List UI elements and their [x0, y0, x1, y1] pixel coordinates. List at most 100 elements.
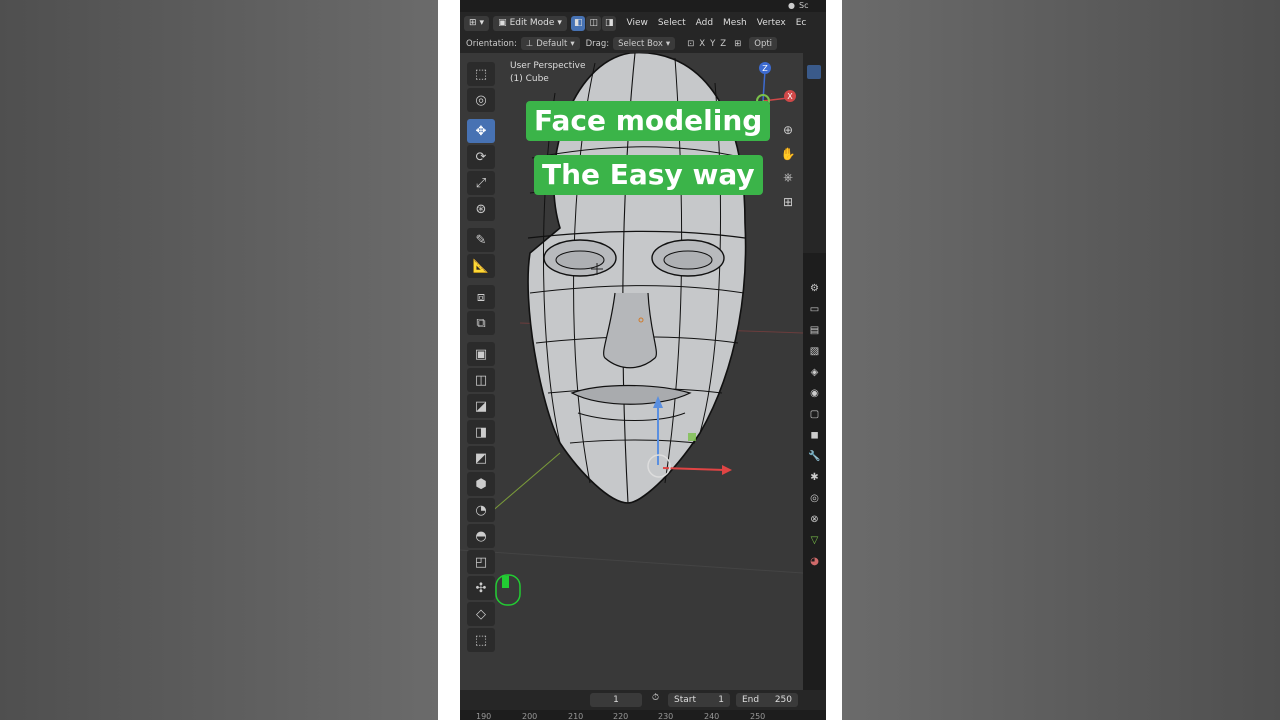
- chevron-down-icon: ▾: [479, 18, 485, 28]
- shrink-fatten-icon[interactable]: ✣: [467, 576, 495, 600]
- collection-tab-icon[interactable]: ▢: [805, 404, 825, 424]
- rotate-icon[interactable]: ⟳: [467, 145, 495, 169]
- ruler-tick: 240: [704, 712, 720, 720]
- 3d-viewport[interactable]: User Perspective (1) Cube Z X ⊕ ✋ ⎈ ⊞ ⬚ …: [460, 53, 803, 690]
- menu-add[interactable]: Add: [696, 18, 713, 28]
- end-frame-field[interactable]: End 250: [736, 693, 798, 707]
- orientation-dropdown[interactable]: ⊥ Default ▾: [520, 37, 580, 50]
- menu-edge[interactable]: Ec: [796, 18, 807, 28]
- scale-icon[interactable]: ⤢: [467, 171, 495, 195]
- mode-selector[interactable]: ▣ Edit Mode ▾: [493, 15, 567, 31]
- start-frame-field[interactable]: Start 1: [668, 693, 730, 707]
- blender-window: ● Sc ⊞ ▾ ▣ Edit Mode ▾ ◧ ◫ ◨ View Select Ad…: [460, 0, 826, 720]
- transform-affect-icon[interactable]: ⊡: [687, 39, 694, 49]
- mouse-click-indicator-icon: [495, 574, 521, 606]
- stopwatch-icon[interactable]: ⏱: [652, 693, 659, 703]
- orientation-value: Default: [536, 38, 568, 49]
- object-name: (1) Cube: [510, 74, 549, 84]
- extrude-icon[interactable]: ▣: [467, 342, 495, 366]
- editor-header: ⊞ ▾ ▣ Edit Mode ▾ ◧ ◫ ◨ View Select Add Mes…: [460, 12, 826, 34]
- current-frame-field[interactable]: 1: [590, 693, 642, 707]
- add-cube-icon[interactable]: ⧈: [467, 285, 495, 309]
- svg-text:Z: Z: [762, 64, 768, 73]
- camera-icon[interactable]: ⎈: [777, 167, 799, 188]
- edit-mode-icon: ▣: [498, 18, 507, 28]
- output-tab-icon[interactable]: ▤: [805, 320, 825, 340]
- zoom-icon[interactable]: ⊕: [777, 119, 799, 140]
- axis-z-toggle[interactable]: Z: [720, 39, 726, 49]
- ruler-tick: 200: [522, 712, 538, 720]
- ruler-tick: 190: [476, 712, 492, 720]
- vertex-select-icon: ◧: [573, 18, 583, 28]
- perspective-grid-icon[interactable]: ⊞: [777, 191, 799, 212]
- scene-name[interactable]: Sc: [799, 1, 808, 10]
- menu-select[interactable]: Select: [658, 18, 686, 28]
- start-label: Start: [674, 695, 696, 705]
- snap-icon[interactable]: ⊞: [734, 39, 741, 49]
- poly-build-icon[interactable]: ⬢: [467, 472, 495, 496]
- material-tab-icon[interactable]: ◕: [805, 551, 825, 571]
- particles-tab-icon[interactable]: ✱: [805, 467, 825, 487]
- pan-hand-icon[interactable]: ✋: [777, 143, 799, 164]
- drag-value: Select Box: [618, 38, 663, 49]
- transform-icon[interactable]: ⊛: [467, 197, 495, 221]
- drag-dropdown[interactable]: Select Box ▾: [613, 37, 676, 50]
- end-value: 250: [774, 695, 792, 705]
- rip-icon[interactable]: ⬚: [467, 628, 495, 652]
- menu-view[interactable]: View: [626, 18, 647, 28]
- left-frame-border: [438, 0, 460, 720]
- smooth-icon[interactable]: ◓: [467, 524, 495, 548]
- end-label: End: [742, 695, 760, 705]
- face-select-icon: ◨: [604, 18, 614, 28]
- cursor-icon[interactable]: ◎: [467, 88, 495, 112]
- svg-text:X: X: [787, 92, 793, 101]
- view-layer-tab-icon[interactable]: ▧: [805, 341, 825, 361]
- editor-type-icon: ⊞: [469, 18, 477, 28]
- face-select-button[interactable]: ◨: [601, 15, 617, 31]
- chevron-down-icon: ▾: [665, 38, 671, 49]
- options-label: Opti: [754, 38, 773, 49]
- menu-vertex[interactable]: Vertex: [757, 18, 786, 28]
- tool-tab-icon[interactable]: ⚙: [805, 278, 825, 298]
- physics-tab-icon[interactable]: ◎: [805, 488, 825, 508]
- ruler-tick: 250: [750, 712, 766, 720]
- outliner-icon[interactable]: [807, 65, 821, 79]
- ruler-tick: 220: [613, 712, 629, 720]
- orientation-icon: ⊥: [525, 38, 534, 49]
- data-tab-icon[interactable]: ▽: [805, 530, 825, 550]
- annotate-icon[interactable]: ✎: [467, 228, 495, 252]
- ruler-tick: 230: [658, 712, 674, 720]
- scene-tab-icon[interactable]: ◈: [805, 362, 825, 382]
- loop-cut-icon[interactable]: ◨: [467, 420, 495, 444]
- constraints-tab-icon[interactable]: ⊗: [805, 509, 825, 529]
- select-box-icon[interactable]: ⬚: [467, 62, 495, 86]
- left-toolbar: ⬚ ◎ ✥ ⟳ ⤢ ⊛ ✎ 📐 ⧈ ⧉ ▣ ◫ ◪ ◨ ◩ ⬢ ◔ ◓ ◰ ✣ …: [466, 61, 496, 653]
- editor-type-button[interactable]: ⊞ ▾: [464, 15, 490, 31]
- axis-y-toggle[interactable]: Y: [710, 39, 715, 49]
- timeline-ruler[interactable]: 190 200 210 220 230 240 250: [460, 710, 826, 720]
- object-tab-icon[interactable]: ◼: [805, 425, 825, 445]
- spin-icon[interactable]: ◔: [467, 498, 495, 522]
- options-dropdown[interactable]: Opti: [749, 37, 778, 50]
- edge-slide-icon[interactable]: ◰: [467, 550, 495, 574]
- scene-icon[interactable]: ●: [788, 1, 795, 10]
- measure-icon[interactable]: 📐: [467, 254, 495, 278]
- axis-x-toggle[interactable]: X: [699, 39, 705, 49]
- menu-mesh[interactable]: Mesh: [723, 18, 747, 28]
- properties-tab-bar: ⚙ ▭ ▤ ▧ ◈ ◉ ▢ ◼ 🔧 ✱ ◎ ⊗ ▽ ◕: [803, 53, 826, 690]
- orientation-label: Orientation:: [466, 38, 517, 49]
- knife-icon[interactable]: ◩: [467, 446, 495, 470]
- outliner-area: [803, 53, 826, 253]
- render-tab-icon[interactable]: ▭: [805, 299, 825, 319]
- bevel-icon[interactable]: ◪: [467, 394, 495, 418]
- viewport-info: User Perspective (1) Cube: [510, 60, 586, 86]
- modifier-wrench-icon[interactable]: 🔧: [805, 446, 825, 466]
- world-tab-icon[interactable]: ◉: [805, 383, 825, 403]
- knife-cube-icon[interactable]: ⧉: [467, 311, 495, 335]
- inset-icon[interactable]: ◫: [467, 368, 495, 392]
- edge-select-button[interactable]: ◫: [586, 15, 601, 31]
- move-icon[interactable]: ✥: [467, 119, 495, 143]
- mode-label: Edit Mode: [509, 18, 555, 28]
- vertex-select-button[interactable]: ◧: [570, 15, 586, 31]
- shear-icon[interactable]: ◇: [467, 602, 495, 626]
